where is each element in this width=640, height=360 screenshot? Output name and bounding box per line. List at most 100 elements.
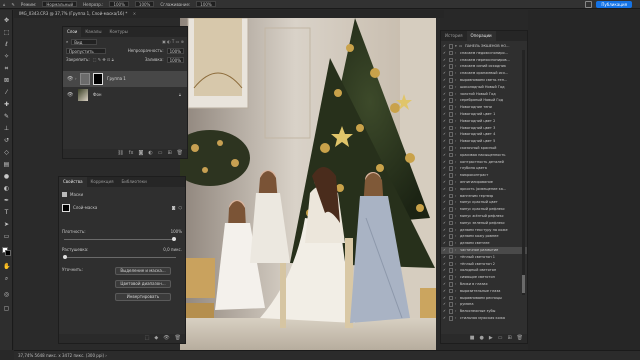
fill-field[interactable]: 100%: [166, 56, 184, 63]
dialog-toggle-icon[interactable]: [449, 275, 453, 280]
action-row[interactable]: ✓ › тёплый светотон 2: [441, 261, 527, 268]
invert-button[interactable]: Инвертировать: [115, 293, 171, 301]
mode-select[interactable]: Нормальный: [42, 1, 78, 7]
publish-button[interactable]: Публикация: [596, 1, 632, 8]
dialog-toggle-icon[interactable]: [449, 125, 453, 131]
layer-mask-thumbnail[interactable]: [93, 73, 103, 85]
checkmark-icon[interactable]: ✓: [443, 308, 446, 315]
chevron-right-icon[interactable]: ›: [455, 97, 456, 104]
dialog-toggle-icon[interactable]: [449, 207, 453, 212]
dialog-toggle-icon[interactable]: [449, 91, 453, 97]
feather-value[interactable]: 0,0 пикс.: [163, 245, 182, 254]
checkmark-icon[interactable]: ✓: [443, 131, 446, 138]
checkmark-icon[interactable]: ✓: [443, 288, 446, 295]
dialog-toggle-icon[interactable]: [449, 132, 453, 137]
checkmark-icon[interactable]: ✓: [443, 267, 446, 274]
action-set-row[interactable]: ✓ ▾ ПАНЕЛЬ ЭКШЕНОВ НО... ▭: [441, 43, 527, 50]
home-icon[interactable]: ⌂: [3, 0, 6, 9]
clone-stamp-icon[interactable]: ⊥: [3, 126, 10, 132]
chevron-right-icon[interactable]: ›: [455, 213, 456, 220]
add-mask-icon[interactable]: ◙: [138, 149, 143, 158]
dialog-toggle-icon[interactable]: [449, 139, 453, 144]
checkmark-icon[interactable]: ✓: [443, 159, 446, 166]
chevron-right-icon[interactable]: ›: [455, 261, 456, 268]
chevron-right-icon[interactable]: ›: [455, 206, 456, 213]
share-icon[interactable]: [585, 1, 592, 8]
dialog-toggle-icon[interactable]: [449, 173, 453, 178]
chevron-right-icon[interactable]: ›: [455, 159, 456, 166]
pen-tool-icon[interactable]: ✒: [3, 198, 10, 204]
color-range-button[interactable]: Цветовой диапазон...: [115, 280, 171, 288]
action-row[interactable]: ✓ › делаем кожу ровнее: [441, 233, 527, 240]
dialog-toggle-icon[interactable]: [449, 295, 453, 301]
checkmark-icon[interactable]: ✓: [443, 240, 446, 247]
chevron-down-icon[interactable]: ▾: [455, 43, 457, 50]
chevron-right-icon[interactable]: ›: [455, 233, 456, 240]
density-value[interactable]: 100%: [171, 227, 182, 236]
dialog-toggle-icon[interactable]: [449, 234, 453, 239]
eraser-tool-icon[interactable]: ◇: [3, 150, 10, 156]
chevron-right-icon[interactable]: ›: [455, 186, 456, 193]
chevron-right-icon[interactable]: ›: [455, 138, 456, 145]
layer-row-background[interactable]: 👁︎ Фон 🔒︎: [63, 87, 187, 103]
action-row[interactable]: ✓ › Новогодний цвет 1: [441, 111, 527, 118]
screen-mode-icon[interactable]: ▢: [3, 306, 10, 312]
action-row[interactable]: ✓ › серебряный Новый Год: [441, 97, 527, 104]
chevron-right-icon[interactable]: ›: [455, 281, 456, 288]
action-row[interactable]: ✓ › глубина цвета: [441, 165, 527, 172]
history-brush-icon[interactable]: ↺: [3, 138, 10, 144]
action-row[interactable]: ✓ › яркость (освещение ка...: [441, 186, 527, 193]
chevron-right-icon[interactable]: ›: [455, 240, 456, 247]
chevron-right-icon[interactable]: ›: [455, 172, 456, 179]
checkmark-icon[interactable]: ✓: [443, 70, 446, 77]
action-row[interactable]: ✓ › шоколадный Новый Год: [441, 84, 527, 91]
dialog-toggle-icon[interactable]: [449, 105, 453, 110]
checkmark-icon[interactable]: ✓: [443, 261, 446, 268]
chevron-right-icon[interactable]: ›: [455, 145, 456, 152]
hand-tool-icon[interactable]: ✋: [3, 264, 10, 270]
checkmark-icon[interactable]: ✓: [443, 295, 446, 302]
tab-paths[interactable]: Контуры: [105, 27, 131, 37]
shape-tool-icon[interactable]: ▭: [3, 234, 10, 240]
new-action-icon[interactable]: ⊞: [507, 334, 511, 343]
checkmark-icon[interactable]: ✓: [443, 77, 446, 84]
density-slider[interactable]: [64, 237, 176, 241]
checkmark-icon[interactable]: ✓: [443, 213, 446, 220]
adjustment-icon[interactable]: ◐: [148, 149, 152, 158]
dialog-toggle-icon[interactable]: [449, 84, 453, 90]
pixel-mask-icon[interactable]: ◙: [172, 203, 176, 212]
chevron-right-icon[interactable]: ›: [455, 125, 456, 132]
lock-icons[interactable]: ⬚ ✎ ✥ ⊡ 🔒︎: [93, 55, 114, 64]
chevron-right-icon[interactable]: ›: [455, 118, 456, 125]
dialog-toggle-icon[interactable]: [449, 159, 453, 165]
checkmark-icon[interactable]: ✓: [443, 138, 446, 145]
feather-slider[interactable]: [63, 255, 176, 259]
document-photo[interactable]: [180, 18, 436, 350]
select-and-mask-button[interactable]: Выделение и маска...: [115, 267, 171, 275]
dialog-toggle-icon[interactable]: [449, 98, 453, 103]
action-row[interactable]: ✓ › спасаем переэкспониров...: [441, 57, 527, 64]
density-slider-knob[interactable]: [172, 237, 176, 241]
close-tab-icon[interactable]: ×: [133, 10, 136, 18]
move-tool-icon[interactable]: ✥: [3, 18, 10, 24]
chevron-right-icon[interactable]: ›: [455, 91, 456, 98]
dialog-toggle-icon[interactable]: [449, 288, 453, 294]
visibility-eye-icon[interactable]: 👁︎: [67, 71, 73, 87]
checkmark-icon[interactable]: ✓: [443, 145, 446, 152]
action-row[interactable]: ✓ › минус красный цвет: [441, 199, 527, 206]
checkmark-icon[interactable]: ✓: [443, 254, 446, 261]
chevron-right-icon[interactable]: ›: [455, 301, 456, 308]
dialog-toggle-icon[interactable]: [449, 78, 453, 83]
chevron-right-icon[interactable]: ›: [455, 274, 456, 281]
trash-icon[interactable]: 🗑︎: [177, 149, 183, 158]
action-row[interactable]: ✓ › Новогодний цвет 3: [441, 125, 527, 132]
chevron-right-icon[interactable]: ›: [455, 104, 456, 111]
checkmark-icon[interactable]: ✓: [443, 111, 446, 118]
tab-properties[interactable]: Свойства: [59, 177, 87, 187]
chevron-right-icon[interactable]: ›: [455, 57, 456, 64]
checkmark-icon[interactable]: ✓: [443, 97, 446, 104]
blur-tool-icon[interactable]: ●: [3, 174, 10, 180]
tab-actions[interactable]: Операции: [466, 31, 496, 41]
action-row[interactable]: ✓ › румяна: [441, 301, 527, 308]
action-row[interactable]: ✓ › блики в глазах: [441, 281, 527, 288]
